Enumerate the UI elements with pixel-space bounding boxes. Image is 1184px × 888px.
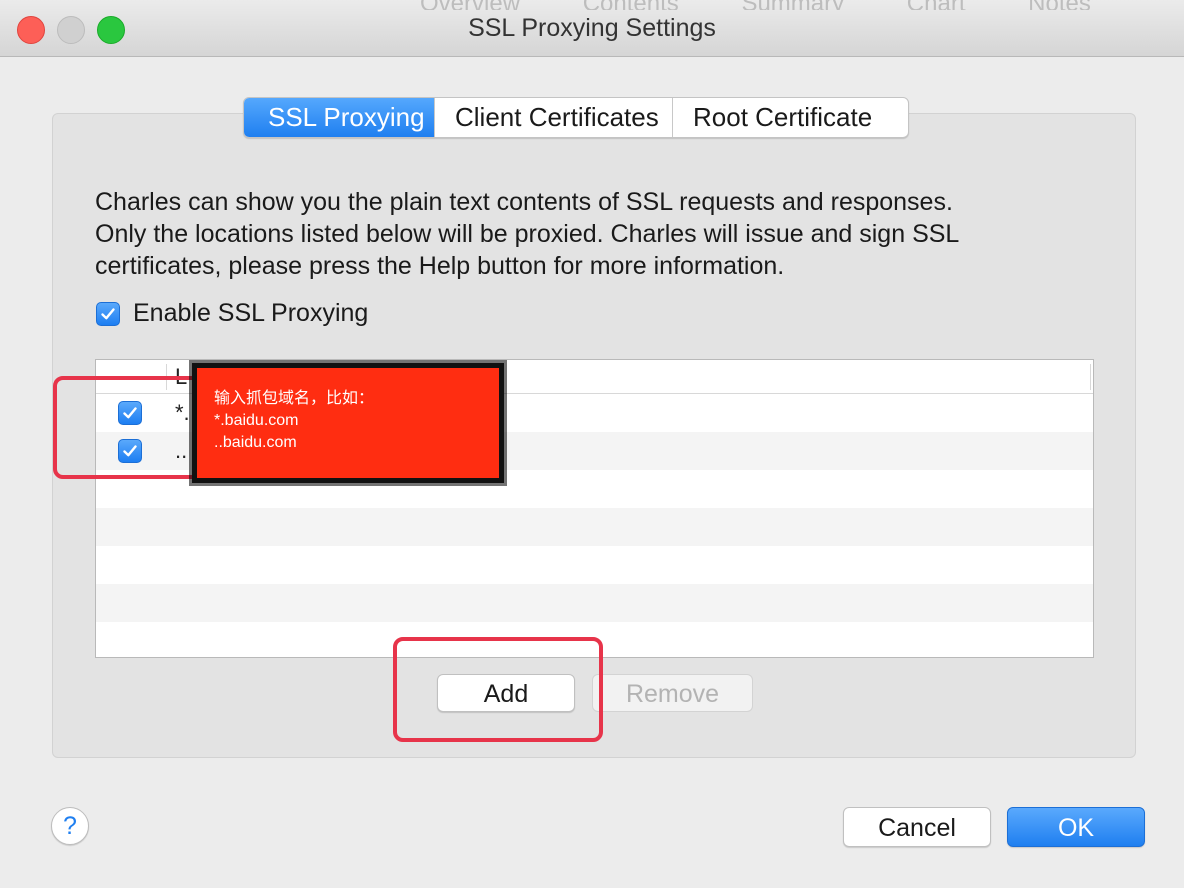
settings-tab-bar: SSL Proxying Client Certificates Root Ce… xyxy=(243,97,909,138)
enable-ssl-proxying-checkbox[interactable] xyxy=(96,302,120,326)
background-window-tabs: Overview Contents Summary Chart Notes xyxy=(420,0,1180,10)
background-tab-contents: Contents xyxy=(583,0,679,10)
annotation-line: *.baidu.com xyxy=(214,412,299,429)
description-line: Charles can show you the plain text cont… xyxy=(95,188,953,216)
cancel-button[interactable]: Cancel xyxy=(843,807,991,847)
checkmark-icon xyxy=(101,308,115,320)
window-title: SSL Proxying Settings xyxy=(468,14,716,42)
empty-table-row xyxy=(96,546,1093,584)
checkbox-highlight-box xyxy=(53,376,213,479)
title-bar[interactable]: Overview Contents Summary Chart Notes SS… xyxy=(0,0,1184,57)
ok-button[interactable]: OK xyxy=(1007,807,1145,847)
enable-ssl-proxying-label[interactable]: Enable SSL Proxying xyxy=(133,299,368,328)
column-divider xyxy=(1090,364,1091,390)
domain-hint-annotation: 输入抓包域名，比如： *.baidu.com ..baidu.com xyxy=(197,368,499,478)
tab-root-certificate[interactable]: Root Certificate xyxy=(673,98,908,137)
background-tab-notes: Notes xyxy=(1028,0,1091,10)
description-line: Only the locations listed below will be … xyxy=(95,220,960,248)
annotation-line: 输入抓包域名，比如： xyxy=(214,390,375,407)
background-tab-summary: Summary xyxy=(741,0,844,10)
background-tab-overview: Overview xyxy=(420,0,520,10)
ssl-description: Charles can show you the plain text cont… xyxy=(95,186,1085,282)
remove-button[interactable]: Remove xyxy=(592,674,753,712)
empty-table-row xyxy=(96,508,1093,546)
empty-table-row xyxy=(96,584,1093,622)
ssl-proxying-settings-window: Overview Contents Summary Chart Notes SS… xyxy=(0,0,1184,888)
add-button-highlight-box xyxy=(393,637,603,742)
tab-client-certificates[interactable]: Client Certificates xyxy=(435,98,673,137)
background-tab-chart: Chart xyxy=(907,0,966,10)
tab-ssl-proxying[interactable]: SSL Proxying xyxy=(244,98,435,137)
help-button[interactable]: ? xyxy=(51,807,89,845)
description-line: certificates, please press the Help butt… xyxy=(95,252,785,280)
annotation-line: ..baidu.com xyxy=(214,434,297,451)
